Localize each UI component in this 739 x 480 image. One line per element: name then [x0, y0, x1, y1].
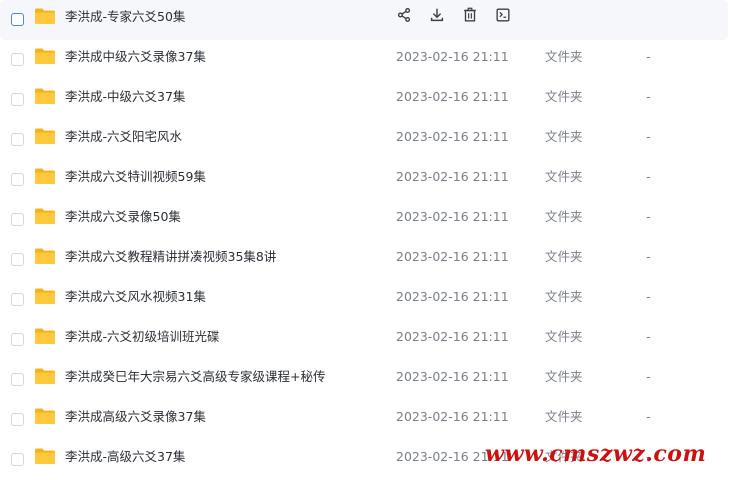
file-type: 文件夹 — [545, 409, 583, 424]
file-row[interactable]: 李洪成-专家六爻50集 — [0, 0, 728, 40]
download-icon — [430, 8, 444, 22]
file-row[interactable]: 李洪成-中级六爻37集 2023-02-16 21:11 文件夹 - — [0, 80, 728, 120]
file-size: - — [646, 329, 651, 344]
file-name[interactable]: 李洪成-中级六爻37集 — [65, 89, 185, 105]
file-size: - — [646, 209, 651, 224]
folder-icon — [35, 48, 55, 64]
modified-date: 2023-02-16 21:11 — [396, 49, 509, 64]
more-button[interactable] — [493, 5, 513, 25]
file-name[interactable]: 李洪成六爻录像50集 — [65, 209, 181, 225]
file-name[interactable]: 李洪成癸巳年大宗易六爻高级专家级课程+秘传 — [65, 369, 325, 385]
row-checkbox[interactable] — [11, 213, 24, 226]
file-type: 文件夹 — [545, 369, 583, 384]
row-checkbox[interactable] — [11, 13, 24, 26]
file-type: 文件夹 — [545, 129, 583, 144]
file-name[interactable]: 李洪成六爻风水视频31集 — [65, 289, 206, 305]
row-checkbox[interactable] — [11, 133, 24, 146]
file-size: - — [646, 289, 651, 304]
file-name[interactable]: 李洪成六爻特训视频59集 — [65, 169, 206, 185]
modified-date: 2023-02-16 21:11 — [396, 289, 509, 304]
file-row[interactable]: 李洪成中级六爻录像37集 2023-02-16 21:11 文件夹 - — [0, 40, 728, 80]
file-name[interactable]: 李洪成-高级六爻37集 — [65, 449, 185, 465]
file-row[interactable]: 李洪成六爻录像50集 2023-02-16 21:11 文件夹 - — [0, 200, 728, 240]
row-checkbox[interactable] — [11, 253, 24, 266]
row-checkbox[interactable] — [11, 453, 24, 466]
file-size: - — [646, 369, 651, 384]
file-size: - — [646, 49, 651, 64]
share-button[interactable] — [394, 5, 414, 25]
modified-date: 2023-02-16 21:11 — [396, 169, 509, 184]
row-checkbox[interactable] — [11, 333, 24, 346]
file-row[interactable]: 李洪成六爻特训视频59集 2023-02-16 21:11 文件夹 - — [0, 160, 728, 200]
file-name[interactable]: 李洪成高级六爻录像37集 — [65, 409, 206, 425]
delete-button[interactable] — [460, 5, 480, 25]
row-checkbox[interactable] — [11, 413, 24, 426]
watermark: www.cmszwz.com — [485, 441, 707, 467]
file-type: 文件夹 — [545, 169, 583, 184]
folder-icon — [35, 168, 55, 184]
folder-icon — [35, 208, 55, 224]
folder-icon — [35, 248, 55, 264]
file-name[interactable]: 李洪成-专家六爻50集 — [65, 9, 185, 25]
row-checkbox[interactable] — [11, 93, 24, 106]
file-type: 文件夹 — [545, 89, 583, 104]
file-type: 文件夹 — [545, 249, 583, 264]
row-checkbox[interactable] — [11, 293, 24, 306]
modified-date: 2023-02-16 21:11 — [396, 129, 509, 144]
modified-date: 2023-02-16 21:11 — [396, 209, 509, 224]
folder-icon — [35, 8, 55, 24]
folder-icon — [35, 88, 55, 104]
file-type: 文件夹 — [545, 329, 583, 344]
modified-date: 2023-02-16 21:11 — [396, 369, 509, 384]
folder-icon — [35, 288, 55, 304]
share-icon — [397, 8, 411, 22]
delete-icon — [464, 7, 476, 22]
file-size: - — [646, 409, 651, 424]
folder-icon — [35, 448, 55, 464]
file-size: - — [646, 169, 651, 184]
folder-icon — [35, 328, 55, 344]
folder-icon — [35, 128, 55, 144]
file-size: - — [646, 89, 651, 104]
file-row[interactable]: 李洪成六爻风水视频31集 2023-02-16 21:11 文件夹 - — [0, 280, 728, 320]
download-button[interactable] — [427, 5, 447, 25]
file-name[interactable]: 李洪成-六爻阳宅风水 — [65, 129, 182, 145]
file-type: 文件夹 — [545, 209, 583, 224]
modified-date: 2023-02-16 21:11 — [396, 89, 509, 104]
row-checkbox[interactable] — [11, 373, 24, 386]
folder-icon — [35, 368, 55, 384]
file-row[interactable]: 李洪成高级六爻录像37集 2023-02-16 21:11 文件夹 - — [0, 400, 728, 440]
file-row[interactable]: 李洪成六爻教程精讲拼凑视频35集8讲 2023-02-16 21:11 文件夹 - — [0, 240, 728, 280]
modified-date: 2023-02-16 21:11 — [396, 249, 509, 264]
modified-date: 2023-02-16 21:11 — [396, 409, 509, 424]
more-icon — [496, 8, 510, 22]
file-size: - — [646, 249, 651, 264]
file-name[interactable]: 李洪成-六爻初级培训班光碟 — [65, 329, 220, 345]
file-row[interactable]: 李洪成-六爻阳宅风水 2023-02-16 21:11 文件夹 - — [0, 120, 728, 160]
file-type: 文件夹 — [545, 289, 583, 304]
file-size: - — [646, 129, 651, 144]
file-name[interactable]: 李洪成六爻教程精讲拼凑视频35集8讲 — [65, 249, 276, 265]
row-checkbox[interactable] — [11, 53, 24, 66]
row-checkbox[interactable] — [11, 173, 24, 186]
file-type: 文件夹 — [545, 49, 583, 64]
file-name[interactable]: 李洪成中级六爻录像37集 — [65, 49, 206, 65]
folder-icon — [35, 408, 55, 424]
file-row[interactable]: 李洪成-六爻初级培训班光碟 2023-02-16 21:11 文件夹 - — [0, 320, 728, 360]
modified-date: 2023-02-16 21:11 — [396, 329, 509, 344]
file-row[interactable]: 李洪成癸巳年大宗易六爻高级专家级课程+秘传 2023-02-16 21:11 文件夹… — [0, 360, 728, 400]
